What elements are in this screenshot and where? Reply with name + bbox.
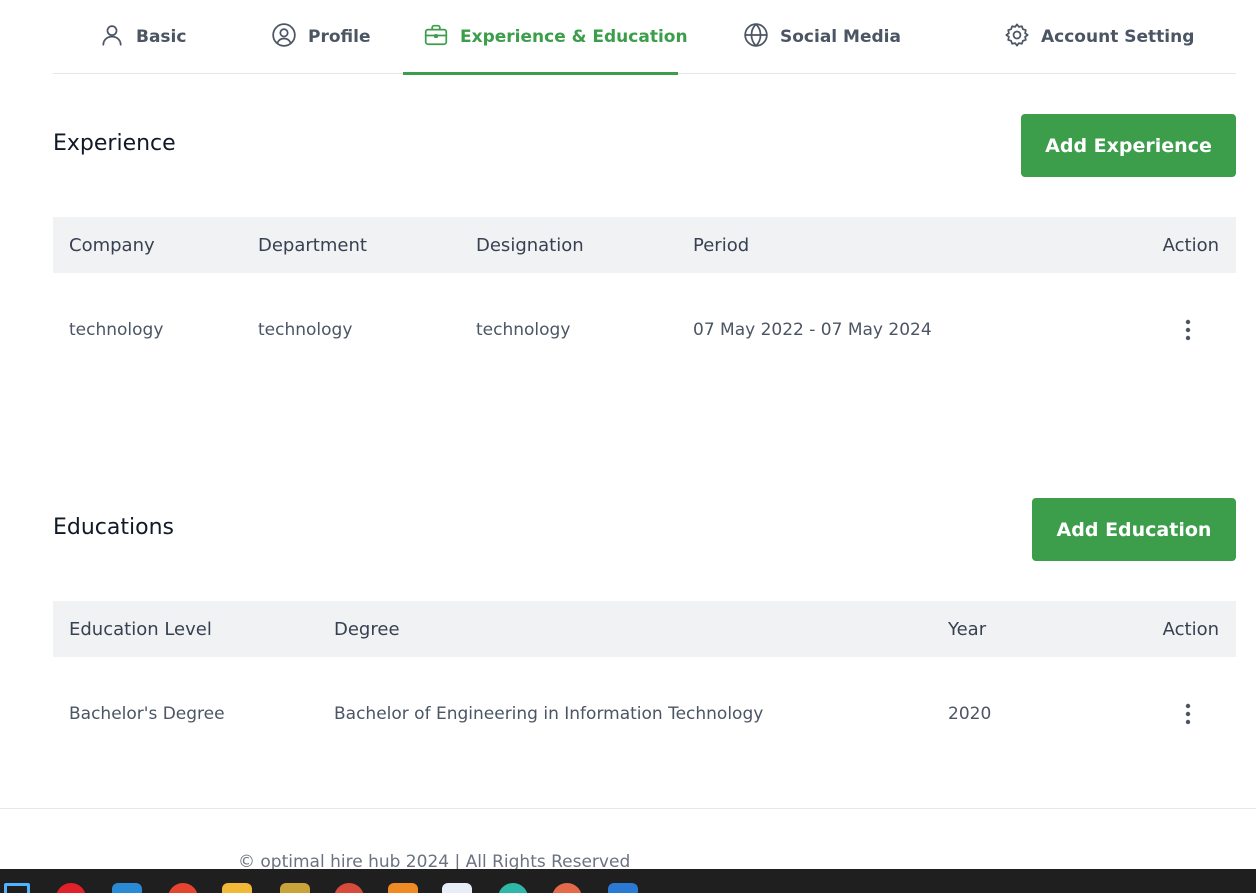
cell-company: technology [69, 320, 164, 340]
column-header: Designation [476, 234, 584, 256]
user-icon [99, 22, 125, 53]
app-icon[interactable] [280, 883, 310, 893]
column-header: Action [1162, 234, 1219, 256]
column-header: Period [693, 234, 750, 256]
gear-icon [1004, 22, 1030, 53]
education-title: Educations [53, 515, 174, 540]
more-vertical-icon[interactable] [1176, 699, 1200, 729]
tab-label: Experience & Education [460, 27, 688, 47]
column-header: Action [1162, 618, 1219, 640]
tab-label: Profile [308, 27, 371, 47]
app-icon[interactable] [608, 883, 638, 893]
cell-period: 07 May 2022 - 07 May 2024 [693, 320, 932, 340]
globe-icon [743, 22, 769, 53]
active-tab-indicator [403, 72, 678, 75]
edge-icon[interactable] [498, 883, 528, 893]
chrome-icon[interactable] [168, 883, 198, 893]
tab-social-media[interactable]: Social Media [743, 0, 901, 74]
add-experience-button[interactable]: Add Experience [1021, 114, 1236, 177]
table-row: Bachelor's Degree Bachelor of Engineerin… [53, 657, 1236, 771]
briefcase-icon [423, 22, 449, 53]
sublime-icon[interactable] [388, 883, 418, 893]
cell-designation: technology [476, 320, 571, 340]
table-row: technology technology technology 07 May … [53, 273, 1236, 387]
app-icon[interactable] [334, 883, 364, 893]
tab-label: Account Setting [1041, 27, 1195, 47]
tab-label: Basic [136, 27, 187, 47]
tab-basic[interactable]: Basic [99, 0, 186, 74]
column-header: Company [69, 234, 155, 256]
windows-start-icon[interactable] [4, 883, 30, 893]
cell-department: technology [258, 320, 353, 340]
os-taskbar [0, 869, 1256, 893]
footer-divider [0, 808, 1256, 809]
column-header: Year [948, 618, 987, 640]
cell-year: 2020 [948, 704, 992, 724]
vscode-icon[interactable] [112, 883, 142, 893]
column-header: Degree [334, 618, 400, 640]
tab-label: Social Media [780, 27, 901, 47]
column-header: Department [258, 234, 367, 256]
user-circle-icon [271, 22, 297, 53]
cell-education-level: Bachelor's Degree [69, 704, 225, 724]
add-education-button[interactable]: Add Education [1032, 498, 1236, 561]
calendar-icon[interactable] [442, 883, 472, 893]
app-icon[interactable] [552, 883, 582, 893]
experience-table-header: Company Department Designation Period Ac… [53, 217, 1236, 273]
more-vertical-icon[interactable] [1176, 315, 1200, 345]
tab-experience-education[interactable]: Experience & Education [403, 0, 688, 75]
file-explorer-icon[interactable] [222, 883, 252, 893]
column-header: Education Level [69, 618, 212, 640]
tab-account-setting[interactable]: Account Setting [1004, 0, 1194, 74]
experience-title: Experience [53, 131, 176, 156]
education-table-header: Education Level Degree Year Action [53, 601, 1236, 657]
opera-icon[interactable] [56, 883, 86, 893]
cell-degree: Bachelor of Engineering in Information T… [334, 704, 764, 724]
profile-tabs: Basic Profile Experience & Education Soc… [53, 0, 1236, 75]
tab-profile[interactable]: Profile [271, 0, 370, 74]
